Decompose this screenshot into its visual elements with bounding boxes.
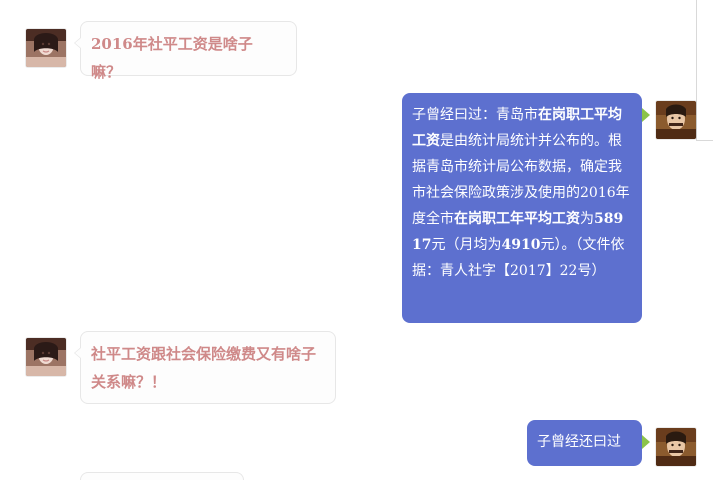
message-strong-segment: 4910 <box>501 237 541 253</box>
right-message-1: 子曾经曰过：青岛市在岗职工平均工资是由统计局统计并公布的。根据青岛市统计局公布数… <box>402 93 650 323</box>
message-text: 社平工资跟社会保险缴费又有啥子关系嘛？！ <box>91 345 317 391</box>
male-avatar-icon <box>656 428 696 466</box>
right-edge-line <box>696 0 697 140</box>
message-text-segment: 元（月均为 <box>431 237 502 253</box>
left-message-1: 2016年社平工资是啥子嘛？ <box>74 21 297 81</box>
message-text: 子曾经还曰过 <box>537 434 621 450</box>
female-avatar-icon <box>26 29 66 67</box>
message-strong-segment: 在岗职工年平均工资 <box>454 211 580 227</box>
right-edge-line-horizontal <box>696 140 713 141</box>
partial-next-message <box>80 472 244 480</box>
left-message-2: 社平工资跟社会保险缴费又有啥子关系嘛？！ <box>74 331 336 404</box>
message-text: 2016年社平工资是啥子嘛？ <box>91 35 253 81</box>
right-message-2: 子曾经还曰过 <box>527 420 650 466</box>
female-avatar-icon <box>26 338 66 376</box>
message-text-segment: 子曾经曰过：青岛市 <box>412 107 538 123</box>
message-text-segment: 为 <box>580 211 594 227</box>
male-avatar-icon <box>656 101 696 139</box>
